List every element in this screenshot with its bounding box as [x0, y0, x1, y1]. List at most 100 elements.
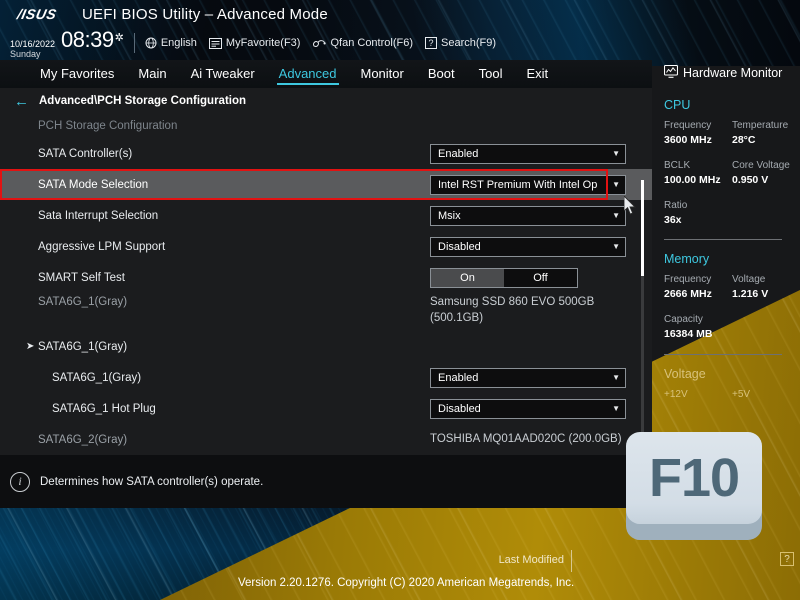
hm-row: +12V +5V	[664, 387, 800, 402]
info-icon: i	[10, 471, 30, 492]
svg-text:?: ?	[428, 38, 433, 48]
setting-row-sata6g-1-submenu[interactable]: ➤ SATA6G_1(Gray)	[0, 331, 652, 362]
hm-key: Ratio	[664, 199, 688, 211]
toggle-on-option[interactable]: On	[431, 268, 504, 287]
f10-key-label: F10	[648, 448, 740, 508]
f10-key-cap[interactable]: F10	[626, 432, 762, 524]
myfavorite-button[interactable]: MyFavorite(F3)	[208, 37, 301, 49]
hm-key: Frequency	[664, 120, 712, 131]
setting-label: SATA6G_2(Gray)	[38, 433, 128, 446]
setting-label: SATA Controller(s)	[38, 147, 133, 160]
sata6g-1-hot-plug-select[interactable]: Disabled ▼	[430, 398, 626, 419]
f10-key-overlay: F10	[626, 432, 762, 540]
hm-group-memory-title: Memory	[664, 252, 710, 267]
hm-row: Ratio 36x	[664, 198, 800, 229]
hardware-monitor-label: Hardware Monitor	[683, 66, 783, 80]
select-value: Msix	[438, 209, 461, 222]
hm-key: Core Voltage	[732, 159, 790, 171]
setting-row-sata6g-1-enable[interactable]: SATA6G_1(Gray) Enabled ▼	[0, 362, 652, 393]
tab-monitor[interactable]: Monitor	[349, 64, 416, 84]
globe-icon	[145, 37, 157, 49]
bios-screen: /ISUS UEFI BIOS Utility – Advanced Mode …	[0, 0, 800, 600]
breadcrumb-text: Advanced\PCH Storage Configuration	[39, 95, 247, 107]
setting-label: SATA6G_1(Gray)	[38, 340, 128, 353]
hm-cell: BCLK 100.00 MHz	[664, 158, 732, 189]
hm-cell: Voltage 1.216 V	[732, 272, 800, 303]
hm-cell: Temperature 28°C	[732, 118, 800, 149]
aggressive-lpm-support-select[interactable]: Disabled ▼	[430, 236, 626, 257]
sata6g-1-enable-select[interactable]: Enabled ▼	[430, 367, 626, 388]
datetime-display: 10/16/2022 Sunday 08:39 ✲	[10, 27, 124, 59]
chevron-down-icon: ▼	[612, 242, 620, 251]
myfavorite-label: MyFavorite(F3)	[225, 37, 301, 49]
tab-exit[interactable]: Exit	[514, 64, 560, 84]
back-arrow-icon[interactable]: ←	[14, 94, 29, 109]
setting-row-sata-controllers[interactable]: SATA Controller(s) Enabled ▼	[0, 138, 652, 169]
setting-row-aggressive-lpm-support[interactable]: Aggressive LPM Support Disabled ▼	[0, 231, 652, 262]
hm-key: Temperature	[732, 120, 789, 131]
hm-cell: +12V	[664, 387, 732, 402]
qfan-control-button[interactable]: Qfan Control(F6)	[312, 37, 413, 49]
device-info-value: TOSHIBA MQ01AAD020C (200.0GB)	[430, 432, 622, 445]
sata-interrupt-selection-select[interactable]: Msix ▼	[430, 205, 626, 226]
divider	[664, 353, 782, 355]
version-text: Version 2.20.1276. Copyright (C) 2020 Am…	[238, 577, 575, 589]
hm-value: 36x	[664, 213, 682, 226]
hm-key: Voltage	[732, 274, 766, 286]
monitor-icon	[663, 64, 679, 81]
language-button[interactable]: English	[145, 37, 197, 49]
hm-key: BCLK	[664, 159, 691, 171]
hm-cell: Frequency 2666 MHz	[664, 272, 732, 303]
tab-advanced[interactable]: Advanced	[267, 64, 349, 85]
tab-ai-tweaker[interactable]: Ai Tweaker	[179, 64, 267, 84]
mouse-cursor	[623, 194, 638, 216]
setting-label: SATA6G_1(Gray)	[52, 371, 142, 384]
hm-value: 0.950 V	[732, 173, 769, 186]
question-mark-icon[interactable]: ?	[780, 552, 794, 566]
day-text: Sunday	[10, 48, 41, 59]
tab-my-favorites[interactable]: My Favorites	[28, 64, 126, 84]
setting-label: SATA6G_1 Hot Plug	[52, 402, 156, 415]
tab-main[interactable]: Main	[126, 64, 178, 84]
setting-label: SMART Self Test	[38, 271, 125, 284]
header-toolbar: 10/16/2022 Sunday 08:39 ✲ English MyFavo…	[0, 27, 800, 59]
setting-row-sata-interrupt-selection[interactable]: Sata Interrupt Selection Msix ▼	[0, 200, 652, 231]
chevron-right-icon: ➤	[26, 341, 35, 352]
breadcrumb[interactable]: ← Advanced\PCH Storage Configuration	[0, 88, 652, 114]
sata-mode-selection-select[interactable]: Intel RST Premium With Intel Op ▼	[430, 174, 626, 195]
hm-cell: Frequency 3600 MHz	[664, 118, 732, 149]
tab-boot[interactable]: Boot	[416, 64, 467, 84]
search-button[interactable]: ? Search(F9)	[425, 37, 496, 49]
hardware-monitor-title: Hardware Monitor	[663, 60, 800, 86]
asus-logo: /ISUS	[15, 6, 59, 22]
setting-row-sata-mode-selection[interactable]: SATA Mode Selection Intel RST Premium Wi…	[0, 169, 652, 200]
hardware-monitor-panel: Hardware Monitor CPU Frequency 3600 MHz …	[652, 60, 800, 460]
hm-value: 3600 MHz	[664, 134, 712, 146]
scrollbar-thumb[interactable]	[641, 180, 644, 276]
hm-key: +5V	[732, 388, 751, 400]
sata-controllers-select[interactable]: Enabled ▼	[430, 143, 626, 164]
qfan-label: Qfan Control(F6)	[330, 37, 413, 49]
header-top: /ISUS UEFI BIOS Utility – Advanced Mode	[0, 0, 800, 28]
chevron-down-icon: ▼	[612, 149, 620, 158]
chevron-down-icon: ▼	[612, 404, 620, 413]
page-title: UEFI BIOS Utility – Advanced Mode	[82, 5, 328, 23]
help-bar: i Determines how SATA controller(s) oper…	[0, 455, 652, 508]
setting-label: Sata Interrupt Selection	[38, 209, 159, 222]
search-icon: ?	[425, 37, 437, 49]
setting-row-sata6g-2-device: SATA6G_2(Gray) TOSHIBA MQ01AAD020C (200.…	[0, 424, 652, 455]
hm-cell: Capacity 16384 MB	[664, 312, 733, 343]
toggle-off-option[interactable]: Off	[504, 269, 577, 287]
smart-self-test-toggle[interactable]: On Off	[430, 267, 578, 288]
last-modified-button[interactable]: Last Modified	[499, 554, 564, 566]
setting-row-sata6g-1-hot-plug[interactable]: SATA6G_1 Hot Plug Disabled ▼	[0, 393, 652, 424]
main-navigation: My Favorites Main Ai Tweaker Advanced Mo…	[0, 60, 652, 88]
hm-group-voltage-title: Voltage	[664, 366, 706, 381]
hm-row: Frequency 3600 MHz Temperature 28°C	[664, 118, 800, 149]
setting-row-smart-self-test[interactable]: SMART Self Test On Off	[0, 262, 652, 293]
hm-cell: +5V	[732, 387, 800, 402]
tab-tool[interactable]: Tool	[467, 64, 515, 84]
time-text: 08:39	[61, 27, 114, 53]
gear-icon[interactable]: ✲	[115, 31, 124, 44]
language-label: English	[160, 37, 197, 49]
